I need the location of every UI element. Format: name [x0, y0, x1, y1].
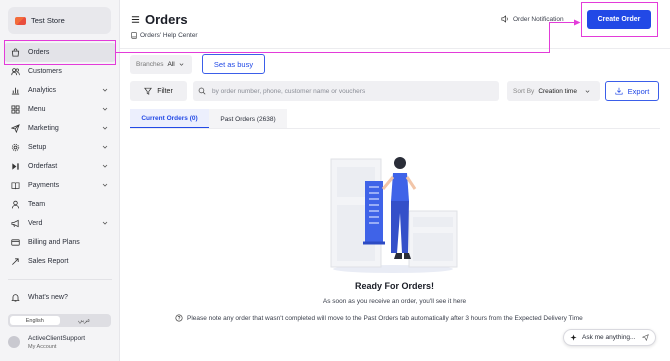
sidebar-item-label: Billing and Plans: [28, 239, 80, 246]
tab-past-orders[interactable]: Past Orders (2638): [209, 109, 287, 129]
chevron-down-icon[interactable]: [102, 220, 108, 226]
chevron-down-icon[interactable]: [102, 125, 108, 131]
chevron-down-icon[interactable]: [102, 163, 108, 169]
annotation-connector: [116, 52, 550, 53]
tabs-divider: [130, 128, 660, 129]
filter-label: Filter: [157, 87, 173, 95]
sidebar-item-payments[interactable]: Payments: [4, 176, 116, 195]
book-icon: [131, 32, 137, 39]
sidebar-item-label: Analytics: [28, 87, 57, 94]
sidebar-item-billing[interactable]: Billing and Plans: [4, 233, 116, 252]
bell-icon: [11, 293, 20, 302]
empty-state-note-text: Please note any order that wasn't comple…: [187, 314, 583, 322]
send-icon: [11, 124, 20, 133]
chevron-down-icon: [585, 89, 590, 93]
order-tabs: Current Orders (0) Past Orders (2638): [130, 109, 287, 129]
users-icon: [11, 67, 20, 76]
sidebar-item-label: Team: [28, 201, 46, 208]
sidebar-item-label: Payments: [28, 182, 60, 189]
sidebar-item-menu[interactable]: Menu: [4, 100, 116, 119]
chevron-down-icon[interactable]: [102, 144, 108, 150]
sidebar-item-verd[interactable]: Verd: [4, 214, 116, 233]
annotation-arrow-icon: [574, 19, 581, 26]
chevron-down-icon[interactable]: [102, 182, 108, 188]
annotation-connector: [549, 22, 550, 53]
language-option-english[interactable]: English: [10, 316, 60, 325]
help-circle-icon: [175, 314, 183, 322]
search-icon: [198, 87, 206, 95]
hamburger-menu-icon[interactable]: [131, 15, 140, 24]
download-icon: [615, 87, 623, 95]
account-text: ActiveClientSupport My Account: [28, 335, 85, 350]
empty-state-subtitle: As soon as you receive an order, you'll …: [322, 298, 467, 305]
sidebar-item-label: Customers: [28, 68, 62, 75]
media-icon: [11, 162, 20, 171]
sparkle-icon: [570, 334, 577, 341]
card-icon: [11, 238, 20, 247]
sidebar-item-label: Setup: [28, 144, 47, 151]
sidebar-item-label: Menu: [28, 106, 46, 113]
sidebar-item-marketing[interactable]: Marketing: [4, 119, 116, 138]
store-logo-icon: [15, 16, 26, 25]
ready-for-orders-illustration: [330, 157, 458, 273]
sidebar-divider: [8, 279, 112, 280]
send-icon[interactable]: [642, 334, 649, 341]
filter-icon: [144, 87, 153, 95]
store-switcher[interactable]: Test Store: [8, 7, 111, 34]
sidebar-item-label: Sales Report: [28, 258, 69, 265]
help-center-label: Orders' Help Center: [140, 32, 198, 39]
ask-assistant-placeholder: Ask me anything...: [582, 334, 636, 341]
account-name: ActiveClientSupport: [28, 334, 86, 342]
search-box: [193, 81, 499, 101]
export-label: Export: [627, 86, 650, 96]
avatar: [8, 336, 20, 348]
account-menu[interactable]: ActiveClientSupport My Account: [8, 332, 118, 352]
sidebar-item-whats-new[interactable]: What's new?: [4, 288, 116, 307]
user-icon: [11, 200, 20, 209]
sort-label: Sort By: [513, 87, 535, 95]
sidebar-nav: Orders Customers Analytics Menu Marketin…: [4, 43, 116, 307]
store-name: Test Store: [31, 16, 65, 25]
sidebar-item-label: Marketing: [28, 125, 59, 132]
sort-select[interactable]: Sort By Creation time: [507, 81, 600, 101]
gear-icon: [11, 143, 20, 152]
my-account-link[interactable]: My Account: [28, 344, 85, 350]
tab-current-orders[interactable]: Current Orders (0): [130, 109, 209, 129]
branches-select[interactable]: Branches All: [130, 55, 192, 74]
sidebar-item-orderfast[interactable]: Orderfast: [4, 157, 116, 176]
trend-icon: [11, 257, 20, 266]
export-button[interactable]: Export: [605, 81, 659, 101]
orders-highlight-annotation: [4, 40, 116, 65]
book-icon: [11, 181, 20, 190]
bar-chart-icon: [11, 86, 20, 95]
page-title: Orders: [145, 12, 188, 27]
sidebar-item-analytics[interactable]: Analytics: [4, 81, 116, 100]
set-as-busy-button[interactable]: Set as busy: [202, 54, 265, 74]
sidebar-item-label: Verd: [28, 220, 43, 227]
branches-value: All: [167, 61, 175, 68]
grid-icon: [11, 105, 20, 114]
branches-label: Branches: [136, 61, 164, 68]
help-center-link[interactable]: Orders' Help Center: [131, 32, 198, 39]
create-order-highlight-annotation: [581, 2, 658, 37]
search-input[interactable]: [212, 87, 492, 95]
sidebar-item-setup[interactable]: Setup: [4, 138, 116, 157]
chevron-down-icon[interactable]: [102, 106, 108, 112]
sort-value: Creation time: [538, 87, 577, 95]
megaphone-icon: [11, 219, 20, 228]
ask-assistant-input[interactable]: Ask me anything...: [563, 329, 656, 346]
speaker-icon: [501, 15, 508, 23]
sidebar-item-label: What's new?: [28, 294, 68, 301]
chevron-down-icon[interactable]: [102, 87, 108, 93]
sidebar-item-team[interactable]: Team: [4, 195, 116, 214]
empty-state-title: Ready For Orders!: [354, 281, 435, 291]
filter-button[interactable]: Filter: [130, 81, 187, 101]
chevron-down-icon: [179, 63, 184, 66]
language-option-arabic[interactable]: عربي: [60, 316, 110, 325]
empty-state-note: Please note any order that wasn't comple…: [175, 314, 583, 322]
language-switcher: English عربي: [8, 314, 111, 327]
header-divider: [120, 48, 670, 49]
sidebar-item-sales-report[interactable]: Sales Report: [4, 252, 116, 271]
sidebar-item-label: Orderfast: [28, 163, 58, 170]
